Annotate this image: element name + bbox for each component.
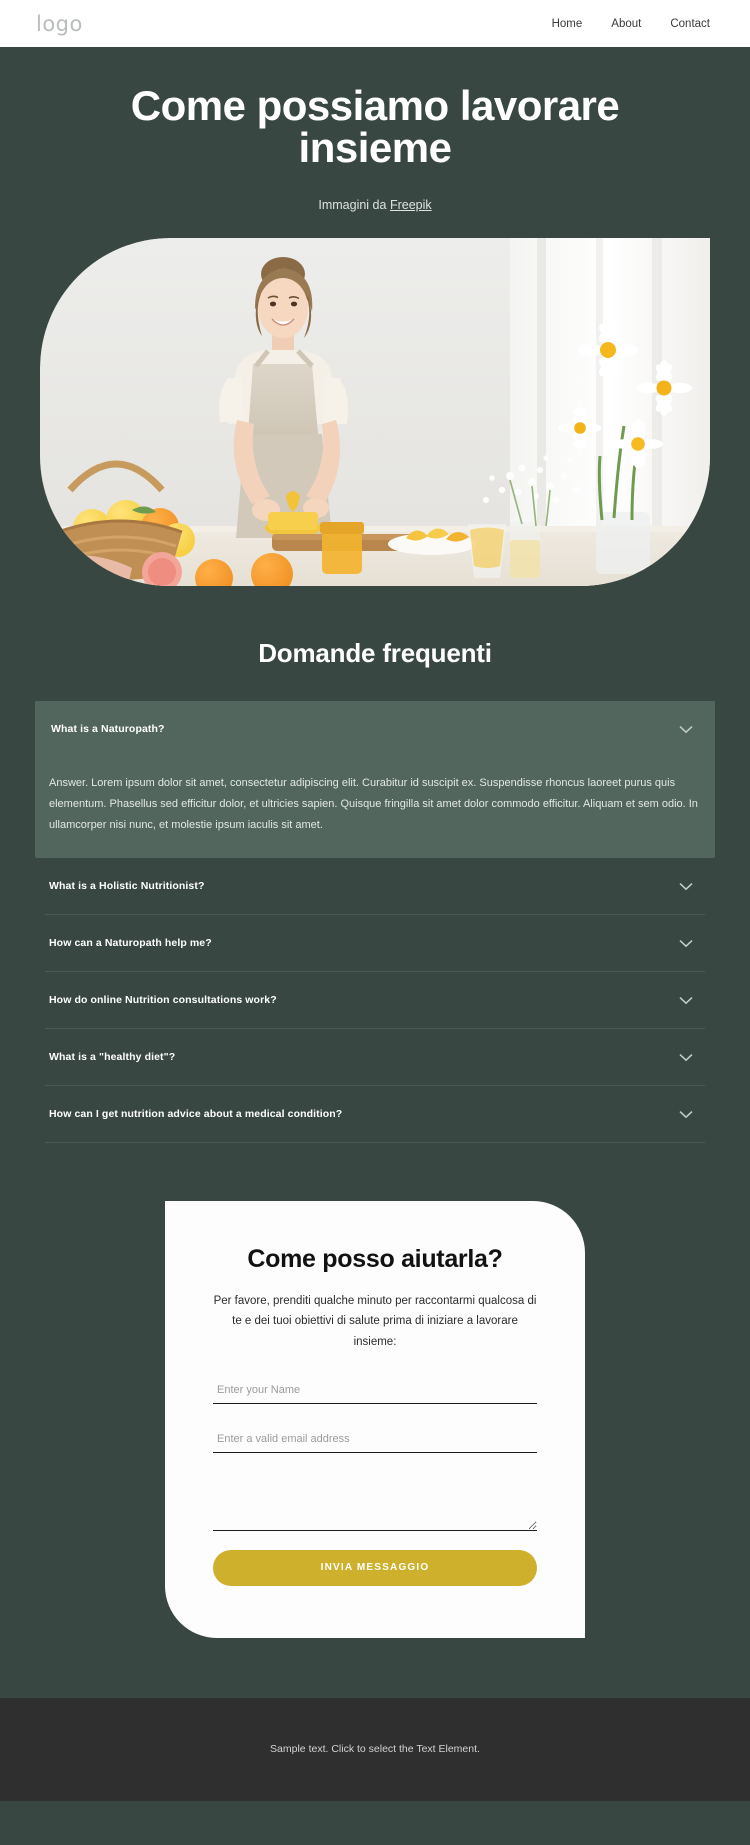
- message-textarea[interactable]: [213, 1474, 537, 1531]
- chevron-down-icon[interactable]: [679, 882, 693, 891]
- chevron-down-icon[interactable]: [679, 1110, 693, 1119]
- accordion-header-5[interactable]: How can I get nutrition advice about a m…: [35, 1086, 715, 1142]
- site-header: logo Home About Contact: [0, 0, 750, 47]
- contact-title: Come posso aiutarla?: [247, 1245, 503, 1274]
- accordion-divider: [45, 1142, 705, 1144]
- accordion-header-4[interactable]: What is a "healthy diet"?: [35, 1029, 715, 1085]
- contact-card: Come posso aiutarla? Per favore, prendit…: [165, 1201, 585, 1638]
- footer-text[interactable]: Sample text. Click to select the Text El…: [270, 1743, 480, 1755]
- main-nav: Home About Contact: [552, 18, 710, 30]
- accordion-item-2[interactable]: How can a Naturopath help me?: [35, 915, 715, 971]
- nav-link-contact[interactable]: Contact: [670, 18, 710, 30]
- faq-section: Domande frequenti What is a Naturopath? …: [0, 638, 750, 1144]
- chevron-down-icon[interactable]: [679, 939, 693, 948]
- image-credit-prefix: Immagini da: [318, 198, 390, 212]
- email-input[interactable]: [213, 1425, 537, 1453]
- chevron-down-icon[interactable]: [679, 1053, 693, 1062]
- contact-subtitle: Per favore, prenditi qualche minuto per …: [213, 1295, 537, 1348]
- nav-link-home[interactable]: Home: [552, 18, 583, 30]
- chevron-down-icon[interactable]: [679, 996, 693, 1005]
- page-title: Come possiamo lavorare insieme: [130, 82, 620, 171]
- accordion-header-3[interactable]: How do online Nutrition consultations wo…: [35, 972, 715, 1028]
- accordion-question-0: What is a Naturopath?: [51, 723, 165, 735]
- nav-link-about[interactable]: About: [611, 18, 641, 30]
- faq-title: Domande frequenti: [258, 638, 492, 668]
- accordion-header-0[interactable]: What is a Naturopath?: [35, 701, 715, 757]
- accordion-header-1[interactable]: What is a Holistic Nutritionist?: [35, 858, 715, 914]
- hero-image-frame: [40, 238, 710, 586]
- submit-button[interactable]: INVIA MESSAGGIO: [213, 1549, 537, 1586]
- hero-section: Come possiamo lavorare insieme Immagini …: [0, 47, 750, 213]
- accordion-question-3: How do online Nutrition consultations wo…: [49, 994, 277, 1007]
- contact-section: Come posso aiutarla? Per favore, prendit…: [0, 1201, 750, 1638]
- name-input[interactable]: [213, 1376, 537, 1404]
- accordion-item-0[interactable]: What is a Naturopath? Answer. Lorem ipsu…: [35, 701, 715, 859]
- accordion-item-5[interactable]: How can I get nutrition advice about a m…: [35, 1086, 715, 1142]
- image-credit: Immagini da Freepik: [0, 198, 750, 212]
- accordion-item-3[interactable]: How do online Nutrition consultations wo…: [35, 972, 715, 1028]
- hero-illustration: [40, 238, 710, 586]
- accordion-question-4: What is a "healthy diet"?: [49, 1051, 176, 1064]
- site-footer: Sample text. Click to select the Text El…: [0, 1697, 750, 1801]
- accordion-answer-0: Answer. Lorem ipsum dolor sit amet, cons…: [49, 777, 698, 832]
- contact-form: INVIA MESSAGGIO: [213, 1376, 537, 1586]
- freepik-link[interactable]: Freepik: [390, 198, 432, 212]
- accordion-header-2[interactable]: How can a Naturopath help me?: [35, 915, 715, 971]
- chevron-down-icon[interactable]: [679, 725, 693, 734]
- accordion-question-1: What is a Holistic Nutritionist?: [49, 880, 205, 893]
- hero-image: [40, 238, 710, 586]
- logo[interactable]: logo: [36, 12, 83, 36]
- accordion-item-4[interactable]: What is a "healthy diet"?: [35, 1029, 715, 1085]
- accordion-question-2: How can a Naturopath help me?: [49, 937, 212, 950]
- accordion-item-1[interactable]: What is a Holistic Nutritionist?: [35, 858, 715, 914]
- accordion-question-5: How can I get nutrition advice about a m…: [49, 1108, 343, 1121]
